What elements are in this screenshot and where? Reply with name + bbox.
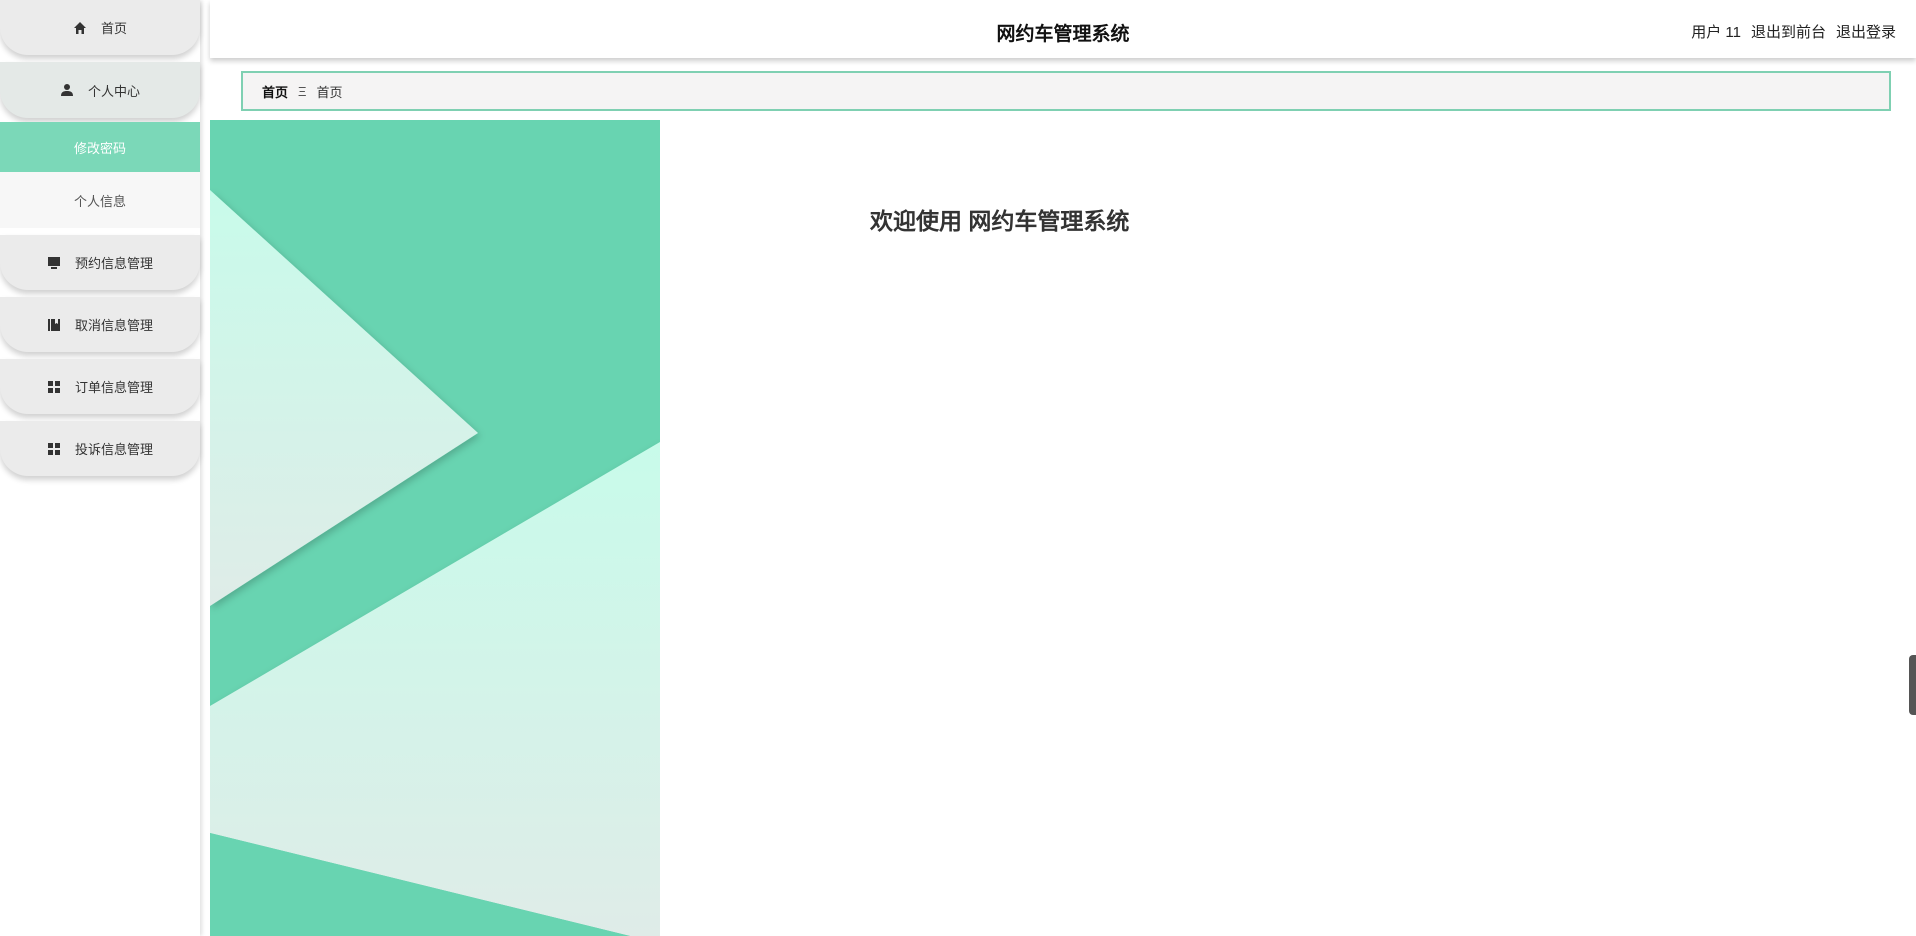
welcome-heading: 欢迎使用 网约车管理系统: [870, 208, 1130, 234]
home-icon: [73, 21, 87, 35]
sidebar-item-label: 取消信息管理: [74, 318, 153, 333]
breadcrumb-separator: Ξ: [298, 83, 307, 99]
sidebar: 首页 个人中心 修改密码 个人信息 预约信息管理 取消信息管理 订单信息管理 投…: [0, 0, 200, 936]
logout-link[interactable]: 退出登录: [1836, 21, 1896, 42]
grid-icon: [47, 442, 61, 456]
sidebar-item-label: 首页: [100, 21, 127, 36]
submenu-personal-info[interactable]: 个人信息: [0, 172, 200, 228]
username-label: 用户 11: [1691, 24, 1741, 41]
book-icon: [47, 318, 61, 332]
decorative-background-image: [210, 120, 660, 936]
user-icon: [60, 83, 74, 97]
submenu-label: 修改密码: [73, 140, 126, 156]
submenu-label: 个人信息: [73, 193, 126, 209]
sidebar-item-complaints[interactable]: 投诉信息管理: [0, 421, 200, 476]
sidebar-item-label: 个人中心: [87, 83, 140, 99]
sidebar-item-reservation[interactable]: 预约信息管理: [0, 235, 200, 290]
sidebar-item-label: 投诉信息管理: [74, 442, 153, 457]
back-to-front-link[interactable]: 退出到前台: [1751, 21, 1826, 42]
breadcrumb-root[interactable]: 首页: [262, 82, 288, 101]
side-drawer-handle[interactable]: [1909, 655, 1916, 715]
submenu-change-password[interactable]: 修改密码: [0, 122, 200, 172]
sidebar-item-label: 订单信息管理: [74, 380, 153, 395]
breadcrumb: 首页 Ξ 首页: [241, 71, 1891, 111]
sidebar-item-label: 预约信息管理: [74, 256, 153, 271]
sidebar-item-personal-center[interactable]: 个人中心: [0, 62, 200, 118]
breadcrumb-current: 首页: [316, 84, 343, 100]
monitor-icon: [47, 256, 61, 270]
sidebar-item-home[interactable]: 首页: [0, 0, 200, 55]
app-title: 网约车管理系统: [996, 24, 1130, 45]
sidebar-item-cancellation[interactable]: 取消信息管理: [0, 297, 200, 352]
top-header: 网约车管理系统 用户 11 退出到前台 退出登录: [210, 0, 1916, 58]
sidebar-item-orders[interactable]: 订单信息管理: [0, 359, 200, 414]
grid-icon: [47, 380, 61, 394]
